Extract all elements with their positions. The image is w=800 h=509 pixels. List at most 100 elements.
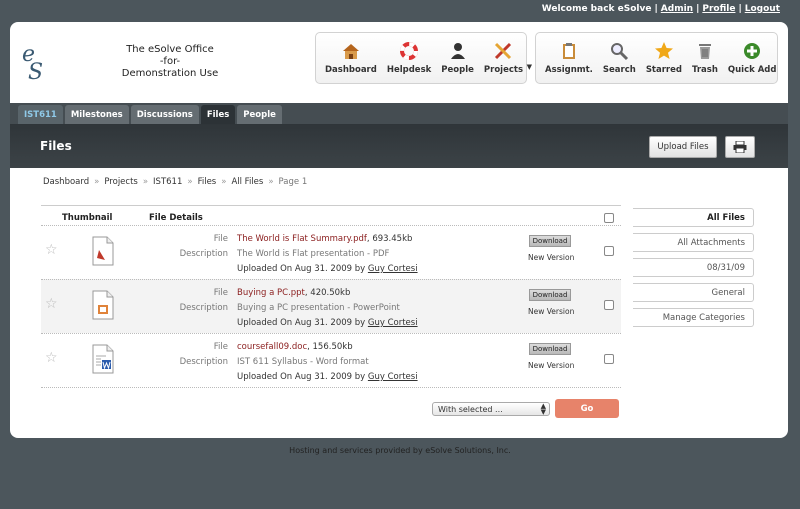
print-button[interactable] (725, 136, 755, 158)
select-all-checkbox[interactable] (604, 213, 614, 223)
bulk-action-select[interactable]: With selected ... ▲ ▼ (432, 402, 550, 416)
breadcrumb-projects[interactable]: Projects (104, 177, 138, 187)
logout-link[interactable]: Logout (745, 4, 780, 14)
upload-files-button[interactable]: Upload Files (649, 136, 717, 158)
file-name-link[interactable]: coursefall09.doc (237, 342, 307, 352)
welcome-text: Welcome back eSolve (541, 4, 652, 14)
file-size: , 156.50kb (307, 342, 353, 352)
description-label: Description (179, 303, 228, 313)
new-version-link[interactable]: New Version (528, 307, 574, 316)
upload-info: Uploaded On Aug 31. 2009 by (237, 318, 368, 328)
new-version-link[interactable]: New Version (528, 253, 574, 262)
download-button[interactable]: Download (529, 235, 571, 247)
author-link[interactable]: Guy Cortesi (368, 264, 418, 274)
download-button[interactable]: Download (529, 343, 571, 355)
printer-icon (733, 141, 747, 153)
user-bar: Welcome back eSolve | Admin | Profile | Logout (541, 4, 780, 14)
sidebar-item-date[interactable]: 08/31/09 (633, 258, 754, 277)
table-row: ☆ File Description Buying a PC.ppt, 420.… (41, 279, 621, 333)
page-title: Files (40, 139, 72, 153)
tab-files[interactable]: Files (200, 105, 236, 124)
admin-link[interactable]: Admin (661, 4, 693, 14)
doc-file-icon[interactable] (91, 344, 115, 374)
house-icon (340, 40, 362, 62)
file-label: File (213, 342, 228, 352)
breadcrumb-current-page: Page 1 (278, 177, 308, 187)
row-checkbox[interactable] (604, 246, 614, 256)
go-button[interactable]: Go (555, 399, 619, 418)
select-arrows-icon: ▲ ▼ (540, 402, 546, 416)
trash-button[interactable]: Trash (687, 40, 723, 75)
trash-icon (694, 40, 716, 62)
project-tabs: IST611 Milestones Discussions Files Peop… (18, 105, 282, 124)
starred-button[interactable]: Starred (641, 40, 687, 75)
people-icon (447, 40, 469, 62)
bulk-action-value: With selected ... (438, 404, 503, 414)
tab-ist611[interactable]: IST611 (18, 105, 63, 124)
quick-add-button[interactable]: Quick Add (723, 40, 782, 75)
table-header: Thumbnail File Details (41, 211, 621, 225)
projects-button[interactable]: Projects ▼ (479, 40, 532, 75)
tab-discussions[interactable]: Discussions (130, 105, 199, 124)
clipboard-icon (558, 40, 580, 62)
lifebuoy-icon (398, 40, 420, 62)
star-toggle-icon[interactable]: ☆ (45, 242, 58, 258)
sidebar-item-all-attachments[interactable]: All Attachments (633, 233, 754, 252)
new-version-link[interactable]: New Version (528, 361, 574, 370)
star-toggle-icon[interactable]: ☆ (45, 350, 58, 366)
table-row: ☆ File Description The World is Flat Sum… (41, 225, 621, 279)
breadcrumb-dashboard[interactable]: Dashboard (43, 177, 89, 187)
file-size: , 693.45kb (366, 234, 413, 244)
primary-toolbar: Dashboard Helpdesk People Projects ▼ (315, 32, 532, 84)
file-label: File (213, 288, 228, 298)
pdf-file-icon[interactable] (91, 236, 115, 266)
file-label: File (213, 234, 228, 244)
file-name-link[interactable]: The World is Flat Summary.pdf (237, 234, 367, 244)
breadcrumb-files[interactable]: Files (198, 177, 217, 187)
main-card: e S The eSolve Office -for- Demonstratio… (10, 22, 788, 438)
file-name-link[interactable]: Buying a PC.ppt (237, 288, 305, 298)
tools-icon (492, 40, 514, 62)
profile-link[interactable]: Profile (702, 4, 735, 14)
chevron-down-icon[interactable]: ▼ (527, 63, 532, 71)
sidebar-item-general[interactable]: General (633, 283, 754, 302)
description-label: Description (179, 357, 228, 367)
download-button[interactable]: Download (529, 289, 571, 301)
sidebar-item-manage-categories[interactable]: Manage Categories (633, 308, 754, 327)
thumbnail-column-header: Thumbnail (62, 213, 113, 223)
ppt-file-icon[interactable] (91, 290, 115, 320)
footer-text: Hosting and services provided by eSolve … (289, 446, 511, 455)
author-link[interactable]: Guy Cortesi (368, 318, 418, 328)
magnifier-icon (608, 40, 630, 62)
esolve-logo[interactable]: e S (22, 44, 48, 86)
file-size: , 420.50kb (304, 288, 351, 298)
details-column-header: File Details (149, 213, 203, 223)
sidebar-item-all-files[interactable]: All Files (633, 208, 754, 227)
row-checkbox[interactable] (604, 354, 614, 364)
breadcrumb-ist611[interactable]: IST611 (153, 177, 182, 187)
files-table: Thumbnail File Details ☆ File Descriptio… (41, 205, 621, 388)
helpdesk-button[interactable]: Helpdesk (382, 40, 436, 75)
star-icon (653, 40, 675, 62)
assignments-button[interactable]: Assignmt. (540, 40, 598, 75)
office-title: The eSolve Office -for- Demonstration Us… (121, 44, 219, 79)
people-button[interactable]: People (436, 40, 479, 75)
file-description: IST 611 Syllabus - Word format (237, 357, 369, 367)
table-row: ☆ File Description coursefall09.doc, 156… (41, 333, 621, 387)
file-description: Buying a PC presentation - PowerPoint (237, 303, 400, 313)
search-button[interactable]: Search (598, 40, 641, 75)
breadcrumb: Dashboard» Projects» IST611» Files» All … (43, 177, 308, 187)
row-checkbox[interactable] (604, 300, 614, 310)
file-description: The World is Flat presentation - PDF (237, 249, 390, 259)
dashboard-button[interactable]: Dashboard (320, 40, 382, 75)
upload-info: Uploaded On Aug 31. 2009 by (237, 264, 368, 274)
plus-icon (741, 40, 763, 62)
author-link[interactable]: Guy Cortesi (368, 372, 418, 382)
file-filter-sidebar: All Files All Attachments 08/31/09 Gener… (633, 208, 754, 333)
description-label: Description (179, 249, 228, 259)
star-toggle-icon[interactable]: ☆ (45, 296, 58, 312)
upload-info: Uploaded On Aug 31. 2009 by (237, 372, 368, 382)
breadcrumb-all-files[interactable]: All Files (231, 177, 263, 187)
tab-people[interactable]: People (237, 105, 282, 124)
tab-milestones[interactable]: Milestones (64, 105, 129, 124)
